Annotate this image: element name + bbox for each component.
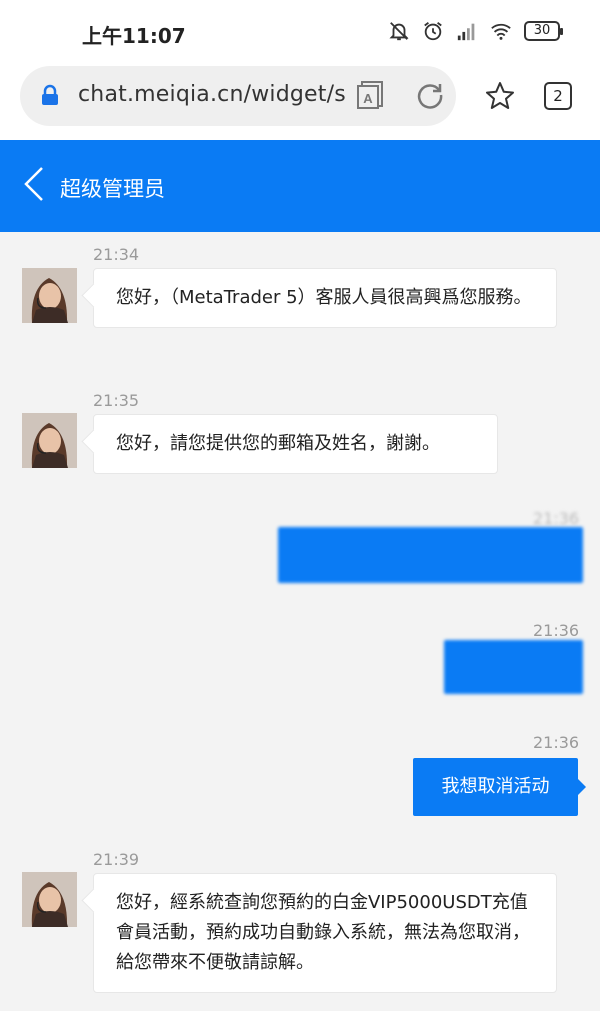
message-time: 21:36 — [533, 733, 580, 752]
message-bubble-outgoing — [444, 640, 583, 694]
message-bubble-outgoing — [278, 527, 583, 583]
chat-header: 超级管理员 — [0, 140, 600, 232]
message-bubble-incoming: 您好，經系統查詢您預約的白金VIP5000USDT充值會員活動，預約成功自動錄入… — [93, 873, 557, 993]
wifi-icon — [491, 23, 511, 40]
reload-icon[interactable] — [416, 81, 444, 109]
lock-icon — [42, 84, 58, 105]
signal-icon — [457, 23, 475, 41]
battery-icon: 30 — [524, 21, 563, 41]
agent-avatar — [22, 268, 77, 323]
message-bubble-incoming: 您好，（MetaTrader 5）客服人員很高興爲您服務。 — [93, 268, 557, 328]
browser-toolbar: chat.meiqia.cn/widget/sta A 2 — [0, 64, 600, 140]
agent-avatar — [22, 413, 77, 468]
message-time: 21:35 — [93, 391, 140, 410]
status-bar: 上午11:07 30 — [0, 0, 600, 64]
svg-text:A: A — [363, 91, 373, 106]
reader-mode-icon[interactable]: A — [356, 80, 384, 110]
message-bubble-incoming: 您好，請您提供您的郵箱及姓名，謝謝。 — [93, 414, 498, 474]
agent-avatar — [22, 872, 77, 927]
tabs-icon[interactable]: 2 — [544, 82, 572, 110]
star-icon[interactable] — [485, 81, 515, 111]
back-icon[interactable] — [22, 164, 46, 204]
status-time: 上午11:07 — [82, 24, 186, 48]
message-time: 21:36 — [533, 509, 580, 528]
address-bar[interactable]: chat.meiqia.cn/widget/sta A — [20, 66, 456, 126]
status-icons: 30 — [388, 20, 563, 42]
message-time: 21:36 — [533, 621, 580, 640]
url-text[interactable]: chat.meiqia.cn/widget/sta — [78, 82, 346, 107]
chat-title: 超级管理员 — [60, 177, 165, 201]
alarm-icon — [424, 22, 442, 41]
message-bubble-outgoing: 我想取消活动 — [413, 758, 586, 816]
message-time: 21:34 — [93, 245, 140, 264]
message-time: 21:39 — [93, 850, 140, 869]
mute-icon — [389, 22, 409, 41]
